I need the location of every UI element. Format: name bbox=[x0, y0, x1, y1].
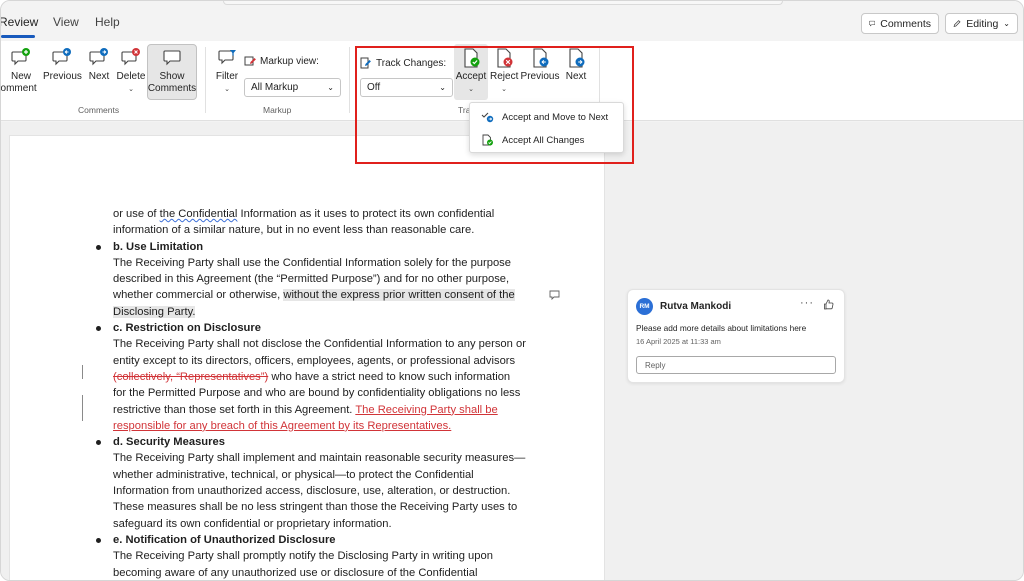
chevron-down-icon: ⌄ bbox=[327, 83, 334, 92]
reply-input[interactable]: Reply bbox=[636, 356, 836, 374]
chevron-down-icon: ⌄ bbox=[224, 86, 230, 93]
next-comment-label: Next bbox=[88, 71, 110, 82]
deleted-text[interactable]: (collectively, “Representatives”) bbox=[113, 371, 268, 383]
filter-label: Filter bbox=[215, 71, 239, 82]
commented-text[interactable]: without the express prior written consen… bbox=[283, 289, 515, 302]
paragraph-line: restrictive than those set forth in this… bbox=[113, 402, 543, 418]
markup-view-label-text: Markup view: bbox=[260, 55, 319, 67]
new-comment-button[interactable]: New Comment bbox=[1, 47, 41, 95]
paragraph-line: information of a similar nature, but in … bbox=[113, 224, 475, 237]
markup-view-select[interactable]: All Markup ⌄ bbox=[244, 78, 341, 97]
show-comments-icon bbox=[163, 50, 181, 66]
comment-text: Please add more details about limitation… bbox=[636, 323, 807, 333]
markup-view-value: All Markup bbox=[251, 82, 299, 93]
delete-comment-label: Delete bbox=[116, 71, 146, 82]
section-heading-b: b. Use Limitation bbox=[96, 239, 543, 255]
comments-pane-label: Comments bbox=[880, 17, 931, 30]
section-heading-c: c. Restriction on Disclosure bbox=[96, 320, 543, 336]
new-comment-icon bbox=[11, 48, 30, 66]
flagged-text: the Confidential bbox=[159, 208, 238, 220]
avatar: RM bbox=[636, 298, 653, 315]
delete-comment-button[interactable]: Delete ⌄ bbox=[115, 47, 147, 96]
paragraph-line: entity except to its directors, officers… bbox=[113, 354, 516, 367]
comment-card[interactable]: RM Rutva Mankodi ··· Please add more det… bbox=[627, 289, 845, 383]
ribbon-separator bbox=[205, 47, 206, 113]
paragraph-line: whether administrative, technical, or ph… bbox=[113, 468, 474, 481]
tab-help[interactable]: Help bbox=[95, 15, 120, 29]
paragraph-line: The Receiving Party shall use the Confid… bbox=[113, 256, 511, 269]
comments-group-label: Comments bbox=[78, 105, 120, 115]
like-icon[interactable] bbox=[823, 299, 834, 310]
chevron-down-icon: ⌄ bbox=[1003, 19, 1010, 28]
paragraph-line: The Receiving Party shall implement and … bbox=[113, 452, 526, 465]
paragraph-line: The Receiving Party shall not disclose t… bbox=[113, 338, 526, 351]
inserted-text[interactable]: The Receiving Party shall be bbox=[355, 404, 497, 416]
section-heading-e: e. Notification of Unauthorized Disclosu… bbox=[96, 532, 543, 548]
pencil-icon bbox=[953, 20, 961, 27]
comment-author: Rutva Mankodi bbox=[660, 301, 732, 312]
comment-icon bbox=[869, 20, 876, 27]
document-body[interactable]: or use of the Confidential Information a… bbox=[96, 206, 543, 580]
show-comments-label-2: Comments bbox=[147, 83, 197, 94]
paragraph-line: The Receiving Party shall promptly notif… bbox=[113, 550, 493, 563]
text-run: or use of bbox=[113, 208, 160, 220]
text-run: restrictive than those set forth in this… bbox=[113, 403, 356, 416]
show-comments-content: Show Comments bbox=[147, 47, 197, 95]
tab-review[interactable]: Review bbox=[1, 15, 38, 29]
paragraph-line: whether commercial or otherwise, without… bbox=[113, 287, 543, 303]
change-bar bbox=[82, 365, 83, 379]
paragraph-line: Information from unauthorized access, di… bbox=[113, 485, 511, 498]
paragraph-line: or use of the Confidential Information a… bbox=[113, 206, 543, 222]
text-run: Information as it uses to protect its ow… bbox=[237, 208, 495, 220]
paragraph-line: for the Permitted Purpose and who are bo… bbox=[113, 387, 521, 400]
tab-bar: Review View Help Comments Editing ⌄ bbox=[1, 1, 1023, 41]
ribbon-separator bbox=[349, 47, 350, 113]
more-options-icon[interactable]: ··· bbox=[800, 297, 814, 309]
chevron-down-icon: ⌄ bbox=[128, 86, 134, 93]
title-bar-edge bbox=[223, 1, 783, 5]
text-run: whether commercial or otherwise, bbox=[113, 289, 284, 302]
change-bar bbox=[82, 395, 83, 421]
new-comment-label-1: New bbox=[10, 71, 31, 82]
paragraph-line: Disclosing Party. bbox=[113, 304, 543, 320]
filter-button[interactable]: Filter ⌄ bbox=[214, 47, 240, 96]
text-run: who have a strict need to know such info… bbox=[268, 370, 511, 383]
tab-view[interactable]: View bbox=[53, 15, 79, 29]
next-comment-icon bbox=[89, 48, 108, 66]
filter-comment-icon bbox=[218, 50, 236, 65]
paragraph-line: responsible for any breach of this Agree… bbox=[113, 418, 543, 434]
paragraph-line: These measures shall be no less stringen… bbox=[113, 501, 518, 514]
annotation-highlight-box bbox=[355, 46, 634, 164]
show-comments-label-1: Show bbox=[159, 71, 185, 82]
previous-comment-label: Previous bbox=[43, 71, 82, 82]
new-comment-label-2: Comment bbox=[0, 83, 37, 94]
next-comment-button[interactable]: Next bbox=[85, 47, 113, 83]
inserted-text[interactable]: responsible for any breach of this Agree… bbox=[113, 420, 451, 432]
markup-group-label: Markup bbox=[263, 105, 292, 115]
previous-comment-icon bbox=[52, 48, 71, 66]
delete-comment-icon bbox=[121, 48, 140, 66]
paragraph-line: safeguard its own confidential or propri… bbox=[113, 517, 392, 530]
previous-comment-button[interactable]: Previous bbox=[43, 47, 82, 83]
active-tab-indicator bbox=[1, 35, 35, 38]
paragraph-line: becoming aware of any unauthorized use o… bbox=[113, 566, 478, 579]
paragraph-line: (collectively, “Representatives”) who ha… bbox=[113, 369, 543, 385]
commented-text[interactable]: Disclosing Party. bbox=[113, 305, 196, 318]
comments-pane-button[interactable]: Comments bbox=[861, 13, 939, 34]
markup-pen-icon bbox=[244, 56, 256, 66]
markup-view-label: Markup view: bbox=[244, 55, 319, 67]
editing-mode-label: Editing bbox=[966, 17, 999, 30]
app-window: Review View Help Comments Editing ⌄ New … bbox=[0, 0, 1024, 581]
editing-mode-button[interactable]: Editing ⌄ bbox=[945, 13, 1018, 34]
comment-timestamp: 16 April 2025 at 11:33 am bbox=[636, 337, 721, 346]
section-heading-d: d. Security Measures bbox=[96, 434, 543, 450]
paragraph-line: described in this Agreement (the “Permit… bbox=[113, 273, 510, 286]
comment-anchor-icon[interactable] bbox=[549, 290, 560, 300]
